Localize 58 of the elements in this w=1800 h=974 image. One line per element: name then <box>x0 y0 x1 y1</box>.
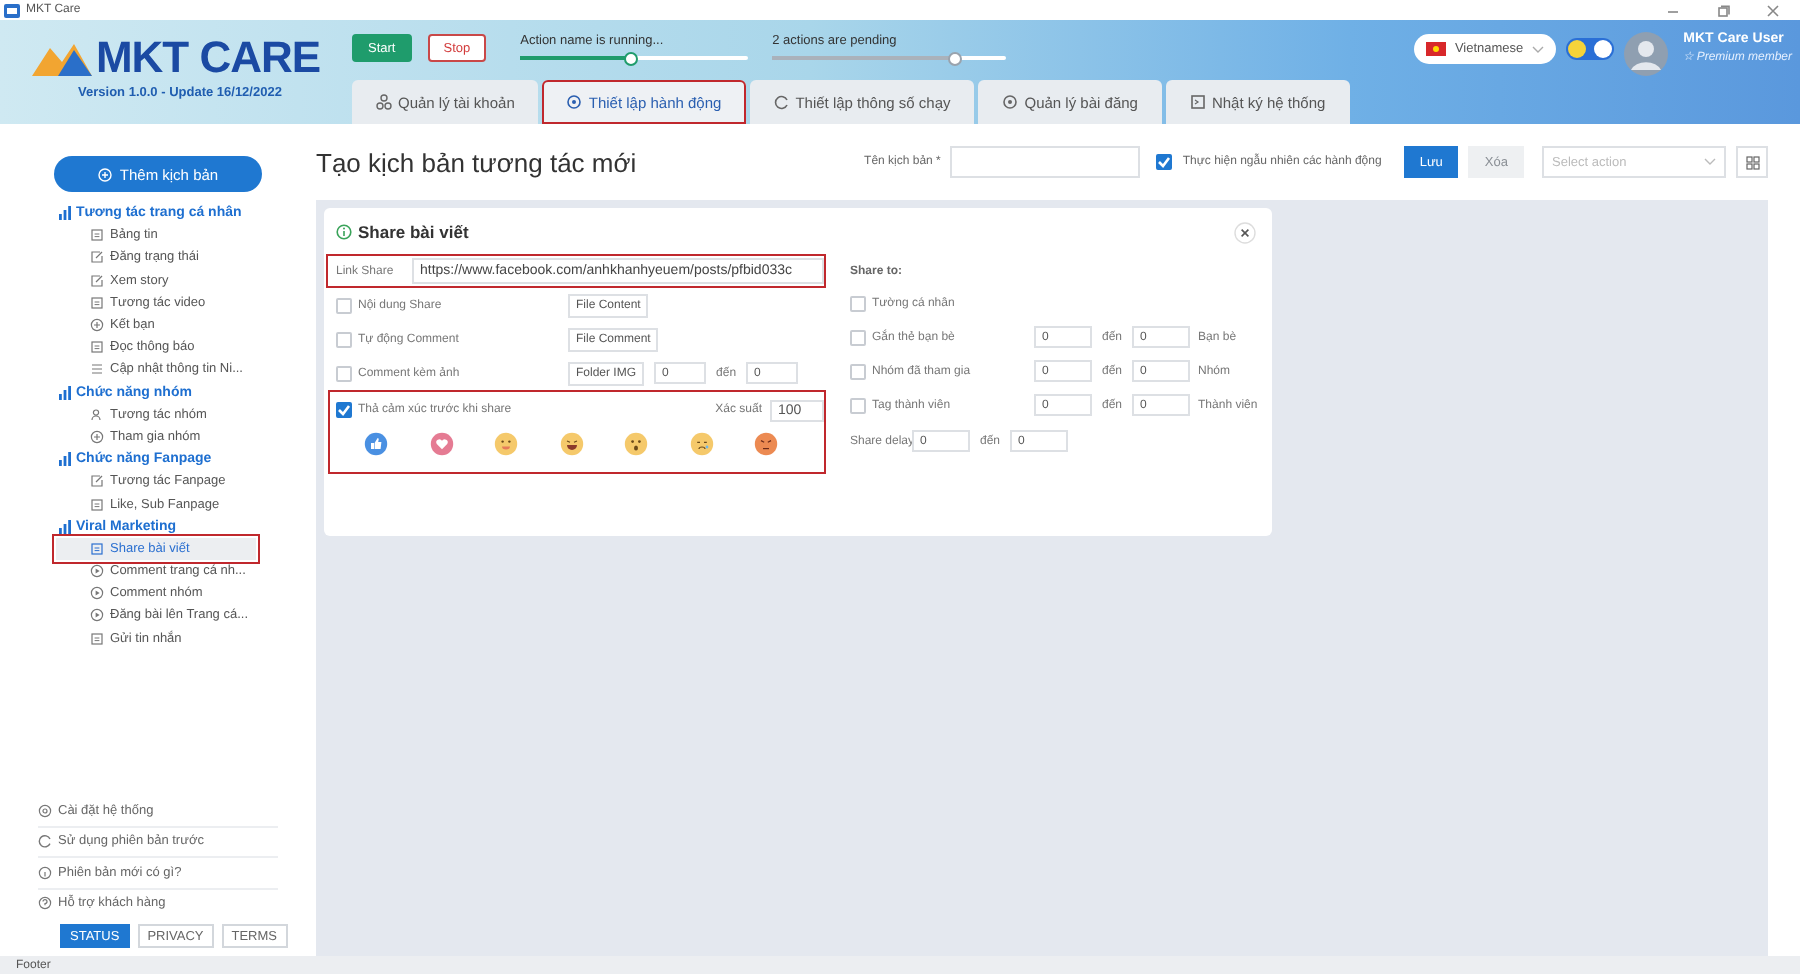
document-icon <box>90 631 104 646</box>
emoji-icon[interactable] <box>624 432 648 456</box>
bar-chart-icon <box>58 452 72 467</box>
logo-icon <box>31 40 92 76</box>
slider-thumb[interactable] <box>947 51 962 65</box>
flag-icon <box>1426 42 1447 56</box>
avatar-icon <box>1623 32 1668 76</box>
edit-icon <box>90 474 104 489</box>
grid-view-button[interactable] <box>1736 146 1768 178</box>
edit-icon <box>90 273 104 288</box>
logo-text: MKT CARE <box>95 36 321 80</box>
checkbox[interactable] <box>1156 154 1173 170</box>
document-icon <box>90 295 104 310</box>
bar-chart-icon <box>58 385 72 400</box>
slider-thumb[interactable] <box>624 51 639 65</box>
help-icon <box>38 896 52 911</box>
people-icon <box>90 407 104 422</box>
page-title: Tạo kịch bản tương tác mới <box>316 147 637 177</box>
play-icon <box>90 608 104 623</box>
people-icon <box>376 94 392 110</box>
document-icon <box>90 497 104 512</box>
document-icon <box>90 228 104 243</box>
name-input[interactable] <box>950 146 1141 178</box>
checkbox[interactable] <box>336 365 352 381</box>
refresh-icon <box>38 834 52 849</box>
edit-icon <box>90 250 104 265</box>
bar-chart-icon <box>58 206 72 221</box>
close-icon[interactable] <box>1766 3 1780 17</box>
bar-chart-icon <box>58 519 72 534</box>
emoji-icon[interactable] <box>754 432 778 456</box>
checkbox[interactable] <box>336 402 352 418</box>
checkbox[interactable] <box>850 397 866 413</box>
info-icon <box>336 224 352 240</box>
caret-icon <box>1704 158 1716 166</box>
list-icon <box>90 362 104 377</box>
document-icon <box>90 541 104 556</box>
emoji-icon[interactable] <box>689 432 713 456</box>
checkbox[interactable] <box>850 295 866 311</box>
thumbs-up-icon[interactable] <box>364 432 388 456</box>
maximize-icon[interactable] <box>1716 3 1730 17</box>
plus-circle-icon <box>90 429 104 444</box>
document-icon <box>90 340 104 355</box>
caret-icon <box>1531 45 1544 53</box>
checkbox[interactable] <box>850 363 866 379</box>
refresh-icon <box>773 94 790 110</box>
checkbox[interactable] <box>336 331 352 347</box>
checkbox[interactable] <box>850 329 866 345</box>
info-icon <box>38 865 52 880</box>
card-title: Share bài viết <box>358 222 469 242</box>
plus-circle-icon <box>90 318 104 333</box>
play-icon <box>90 586 104 601</box>
plus-circle-icon <box>97 167 112 181</box>
checkbox[interactable] <box>336 297 352 313</box>
play-icon <box>90 564 104 579</box>
terminal-icon <box>1189 94 1206 110</box>
emoji-icon[interactable] <box>559 432 583 456</box>
grid-icon <box>1745 155 1759 169</box>
theme-toggle[interactable] <box>1565 38 1614 60</box>
